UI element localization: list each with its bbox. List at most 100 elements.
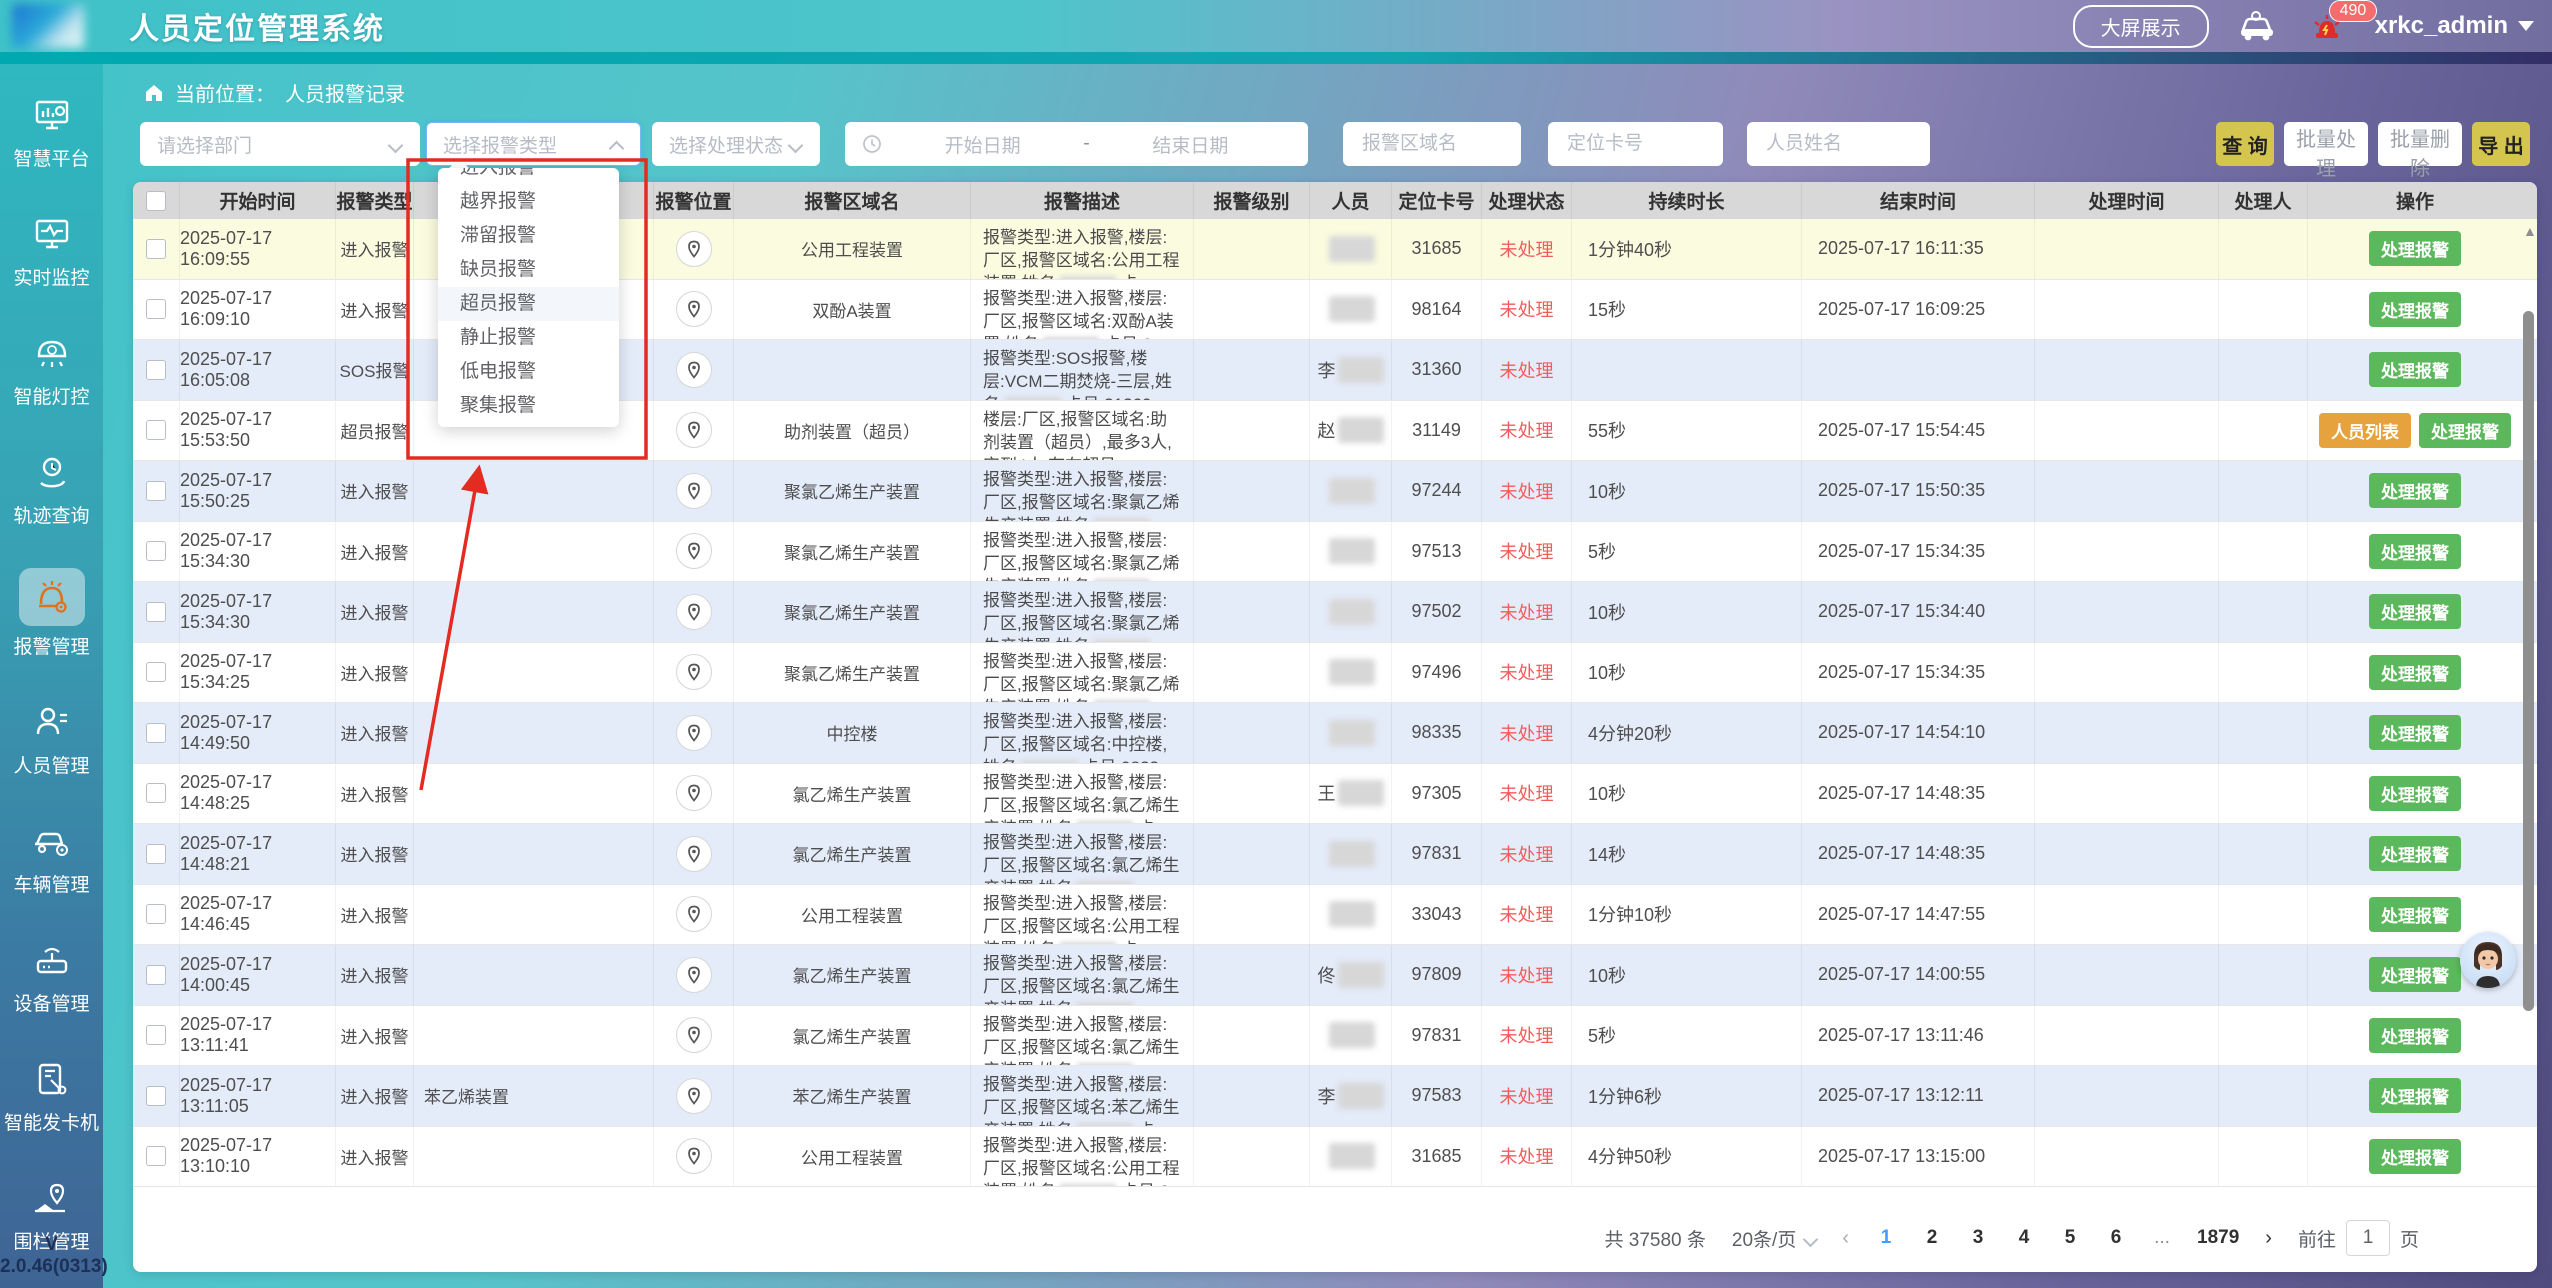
handle-alarm-button[interactable]: 处理报警 bbox=[2369, 473, 2461, 508]
row-checkbox[interactable] bbox=[146, 783, 166, 803]
col-person[interactable]: 人员 bbox=[1310, 182, 1392, 219]
location-pin-button[interactable] bbox=[676, 775, 712, 811]
date-range-picker[interactable]: 开始日期 - 结束日期 bbox=[845, 122, 1308, 166]
location-pin-button[interactable] bbox=[676, 836, 712, 872]
scrollbar-thumb[interactable] bbox=[2523, 311, 2534, 1011]
location-pin-button[interactable] bbox=[676, 715, 712, 751]
process-status-select[interactable]: 选择处理状态 bbox=[652, 122, 820, 166]
assistant-avatar[interactable] bbox=[2460, 932, 2516, 988]
row-checkbox[interactable] bbox=[146, 360, 166, 380]
sidebar-item-smart-light[interactable]: 智能灯控 bbox=[0, 330, 103, 409]
dropdown-option[interactable]: 滞留报警 bbox=[438, 219, 619, 253]
row-checkbox[interactable] bbox=[146, 1086, 166, 1106]
page-number[interactable]: 6 bbox=[2105, 1227, 2127, 1249]
sidebar-item-personnel-management[interactable]: 人员管理 bbox=[0, 699, 103, 778]
row-checkbox[interactable] bbox=[146, 1025, 166, 1045]
vehicle-icon[interactable] bbox=[2235, 4, 2279, 48]
location-pin-button[interactable] bbox=[676, 1078, 712, 1114]
prev-page-button[interactable]: ‹ bbox=[1842, 1227, 1849, 1250]
page-number[interactable]: 1879 bbox=[2197, 1227, 2239, 1249]
col-actions[interactable]: 操作 bbox=[2308, 182, 2522, 219]
location-pin-button[interactable] bbox=[676, 533, 712, 569]
page-number[interactable]: 2 bbox=[1921, 1227, 1943, 1249]
row-checkbox[interactable] bbox=[146, 1146, 166, 1166]
row-checkbox[interactable] bbox=[146, 904, 166, 924]
select-all-checkbox[interactable] bbox=[146, 191, 166, 211]
row-checkbox[interactable] bbox=[146, 481, 166, 501]
goto-page-input[interactable] bbox=[2346, 1220, 2390, 1256]
page-number[interactable]: 5 bbox=[2059, 1227, 2081, 1249]
table-scrollbar[interactable]: ▲ bbox=[2522, 219, 2535, 1199]
handle-alarm-button[interactable]: 处理报警 bbox=[2369, 715, 2461, 750]
handle-alarm-button[interactable]: 处理报警 bbox=[2369, 1078, 2461, 1113]
sidebar-item-alarm-management[interactable]: 报警管理 bbox=[0, 568, 103, 659]
big-screen-button[interactable]: 大屏展示 bbox=[2073, 5, 2209, 48]
alarm-area-field[interactable] bbox=[1343, 122, 1521, 166]
location-pin-button[interactable] bbox=[676, 473, 712, 509]
dropdown-option[interactable]: 缺员报警 bbox=[438, 253, 619, 287]
row-checkbox[interactable] bbox=[146, 239, 166, 259]
next-page-button[interactable]: › bbox=[2265, 1227, 2272, 1250]
col-alarm-position[interactable]: 报警位置 bbox=[654, 182, 734, 219]
location-pin-button[interactable] bbox=[676, 412, 712, 448]
sidebar-item-vehicle-management[interactable]: 车辆管理 bbox=[0, 818, 103, 897]
card-number-field[interactable] bbox=[1548, 122, 1723, 166]
location-pin-button[interactable] bbox=[676, 654, 712, 690]
handle-alarm-button[interactable]: 处理报警 bbox=[2369, 231, 2461, 266]
sidebar-item-card-dispenser[interactable]: 智能发卡机 bbox=[0, 1056, 103, 1135]
location-pin-button[interactable] bbox=[676, 291, 712, 327]
export-button[interactable]: 导 出 bbox=[2472, 122, 2530, 166]
handle-alarm-button[interactable]: 处理报警 bbox=[2369, 655, 2461, 690]
location-pin-button[interactable] bbox=[676, 957, 712, 993]
page-number[interactable]: 1 bbox=[1875, 1227, 1897, 1249]
page-number[interactable]: 3 bbox=[1967, 1227, 1989, 1249]
person-name-field[interactable] bbox=[1747, 122, 1930, 166]
location-pin-button[interactable] bbox=[676, 1017, 712, 1053]
handle-alarm-button[interactable]: 处理报警 bbox=[2369, 1018, 2461, 1053]
location-pin-button[interactable] bbox=[676, 231, 712, 267]
handle-alarm-button[interactable]: 处理报警 bbox=[2369, 897, 2461, 932]
dropdown-option[interactable]: 进入报警 bbox=[438, 168, 619, 185]
col-duration[interactable]: 持续时长 bbox=[1572, 182, 1802, 219]
sidebar-item-device-management[interactable]: 设备管理 bbox=[0, 937, 103, 1016]
col-description[interactable]: 报警描述 bbox=[971, 182, 1194, 219]
handle-alarm-button[interactable]: 处理报警 bbox=[2369, 352, 2461, 387]
card-number-input[interactable] bbox=[1565, 132, 1706, 156]
handle-alarm-button[interactable]: 处理报警 bbox=[2369, 776, 2461, 811]
col-process-status[interactable]: 处理状态 bbox=[1482, 182, 1572, 219]
handle-alarm-button[interactable]: 处理报警 bbox=[2369, 594, 2461, 629]
dropdown-option[interactable]: 低电报警 bbox=[438, 355, 619, 389]
page-number[interactable]: 4 bbox=[2013, 1227, 2035, 1249]
handle-alarm-button[interactable]: 处理报警 bbox=[2419, 413, 2511, 448]
location-pin-button[interactable] bbox=[676, 352, 712, 388]
page-ellipsis[interactable]: ... bbox=[2151, 1227, 2173, 1249]
dropdown-option[interactable]: 越界报警 bbox=[438, 185, 619, 219]
row-checkbox[interactable] bbox=[146, 602, 166, 622]
batch-delete-button[interactable]: 批量删除 bbox=[2378, 122, 2462, 166]
col-end-time[interactable]: 结束时间 bbox=[1802, 182, 2035, 219]
user-menu[interactable]: xrkc_admin bbox=[2375, 12, 2534, 40]
search-button[interactable]: 查 询 bbox=[2216, 122, 2274, 166]
handle-alarm-button[interactable]: 处理报警 bbox=[2369, 1139, 2461, 1174]
location-pin-button[interactable] bbox=[676, 594, 712, 630]
handle-alarm-button[interactable]: 处理报警 bbox=[2369, 836, 2461, 871]
person-list-button[interactable]: 人员列表 bbox=[2319, 413, 2411, 448]
col-area-name[interactable]: 报警区域名 bbox=[734, 182, 971, 219]
person-name-input[interactable] bbox=[1764, 132, 1913, 156]
row-checkbox[interactable] bbox=[146, 420, 166, 440]
col-card-number[interactable]: 定位卡号 bbox=[1392, 182, 1482, 219]
location-pin-button[interactable] bbox=[676, 1138, 712, 1174]
page-size-select[interactable]: 20条/页 bbox=[1732, 1225, 1816, 1252]
row-checkbox[interactable] bbox=[146, 965, 166, 985]
alarm-notifications-icon[interactable]: 490 bbox=[2305, 4, 2349, 48]
dropdown-option[interactable]: 静止报警 bbox=[438, 321, 619, 355]
row-checkbox[interactable] bbox=[146, 662, 166, 682]
row-checkbox[interactable] bbox=[146, 723, 166, 743]
col-start-time[interactable]: 开始时间 bbox=[180, 182, 336, 219]
col-alarm-type[interactable]: 报警类型 bbox=[336, 182, 414, 219]
dropdown-option[interactable]: 超员报警 bbox=[438, 287, 619, 321]
sidebar-item-realtime-monitor[interactable]: 实时监控 bbox=[0, 211, 103, 290]
row-checkbox[interactable] bbox=[146, 299, 166, 319]
scrollbar-up-arrow[interactable]: ▲ bbox=[2523, 223, 2537, 239]
row-checkbox[interactable] bbox=[146, 541, 166, 561]
